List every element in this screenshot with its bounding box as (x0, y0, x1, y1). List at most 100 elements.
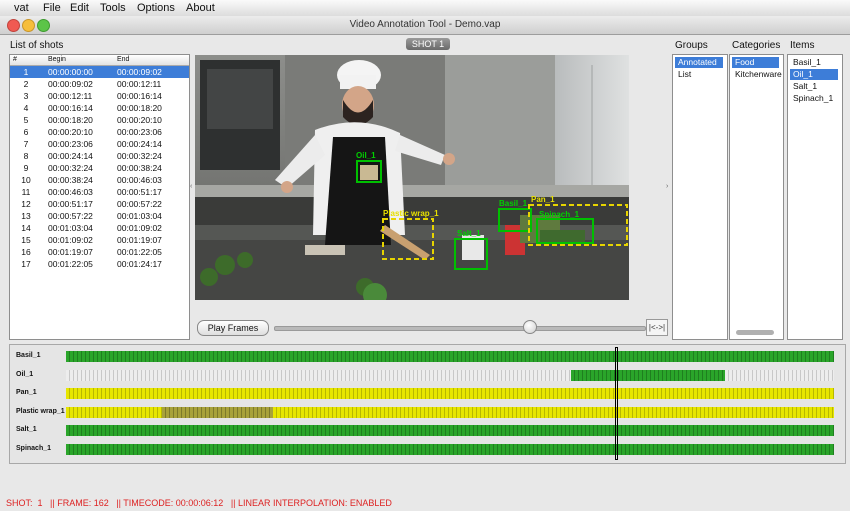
shot-number: 5 (23, 115, 29, 125)
shot-number: 15 (21, 235, 31, 245)
annotation-label-oil: Oil_1 (356, 151, 376, 160)
shots-list-title: List of shots (10, 40, 64, 51)
table-row[interactable]: 8 00:00:24:14 00:00:32:24 (10, 150, 189, 162)
categories-scrollbar[interactable] (736, 330, 774, 335)
shot-number: 3 (23, 91, 29, 101)
track-label: Basil_1 (16, 352, 41, 359)
table-row[interactable]: 14 00:01:03:04 00:01:09:02 (10, 222, 189, 234)
table-row[interactable]: 13 00:00:57:22 00:01:03:04 (10, 210, 189, 222)
shot-number: 17 (21, 259, 31, 269)
shot-number: 13 (21, 211, 31, 221)
table-row[interactable]: 3 00:00:12:11 00:00:16:14 (10, 90, 189, 102)
menu-edit[interactable]: Edit (70, 2, 89, 14)
shot-end: 00:01:09:02 (117, 223, 162, 233)
table-row[interactable]: 10 00:00:38:24 00:00:46:03 (10, 174, 189, 186)
table-row[interactable]: 6 00:00:20:10 00:00:23:06 (10, 126, 189, 138)
table-row[interactable]: 9 00:00:32:24 00:00:38:24 (10, 162, 189, 174)
timeline-track[interactable] (66, 369, 834, 381)
annotation-label-pan: Pan_1 (531, 195, 555, 204)
list-item[interactable]: List (675, 69, 723, 80)
menu-vat[interactable]: vat (14, 2, 29, 14)
track-segment (273, 406, 834, 418)
track-segment (66, 443, 834, 455)
play-frames-button[interactable]: Play Frames (197, 320, 269, 336)
shot-badge: SHOT 1 (406, 38, 450, 50)
table-row[interactable]: 5 00:00:18:20 00:00:20:10 (10, 114, 189, 126)
column-header-end[interactable]: End (117, 56, 129, 63)
shot-end: 00:00:20:10 (117, 115, 162, 125)
timeline-track[interactable] (66, 425, 834, 436)
jump-end-button[interactable]: |<->| (646, 319, 668, 336)
menubar: vat File Edit Tools Options About (0, 0, 850, 17)
shot-end: 00:00:23:06 (117, 127, 162, 137)
timeline-track[interactable] (66, 406, 834, 418)
menu-tools[interactable]: Tools (100, 2, 126, 14)
shot-number: 16 (21, 247, 31, 257)
track-segment (66, 425, 834, 436)
track-segment (66, 388, 834, 399)
table-row[interactable]: 16 00:01:19:07 00:01:22:05 (10, 246, 189, 258)
shot-begin: 00:00:12:11 (48, 91, 93, 101)
table-row[interactable]: 15 00:01:09:02 00:01:19:07 (10, 234, 189, 246)
frame-slider-knob[interactable] (523, 320, 538, 334)
shot-begin: 00:01:22:05 (48, 259, 93, 269)
splitter-left-grip[interactable]: ‹ (190, 183, 194, 191)
table-row[interactable]: 1 00:00:00:00 00:00:09:02 (10, 66, 189, 78)
shot-begin: 00:01:03:04 (48, 223, 93, 233)
shot-number: 4 (23, 103, 29, 113)
column-header-begin[interactable]: Begin (48, 56, 66, 63)
video-frame[interactable]: Oil_1 Plastic wrap_1 Salt_1 Basil_1 Pan_… (195, 55, 629, 300)
list-item[interactable]: Spinach_1 (790, 93, 838, 104)
window-title: Video Annotation Tool - Demo.vap (349, 19, 501, 30)
shot-number: 10 (21, 175, 31, 185)
list-item[interactable]: Food (732, 57, 779, 68)
menu-options[interactable]: Options (137, 2, 175, 14)
list-item[interactable]: Kitchenware (732, 69, 782, 80)
shot-end: 00:00:09:02 (117, 67, 162, 77)
timeline-track[interactable] (66, 351, 834, 362)
shot-number: 6 (23, 127, 29, 137)
menu-about[interactable]: About (186, 2, 215, 14)
shot-number: 12 (21, 199, 31, 209)
shot-end: 00:00:32:24 (117, 151, 162, 161)
timeline-track[interactable] (66, 443, 834, 455)
shot-begin: 00:00:24:14 (48, 151, 93, 161)
table-row[interactable]: 7 00:00:23:06 00:00:24:14 (10, 138, 189, 150)
status-interpolation: || LINEAR INTERPOLATION: ENABLED (230, 498, 392, 508)
timeline-playhead[interactable] (614, 347, 618, 460)
categories-title: Categories (732, 40, 781, 51)
shot-end: 00:00:46:03 (117, 175, 162, 185)
shot-number: 8 (23, 151, 29, 161)
shot-end: 00:00:57:22 (117, 199, 162, 209)
annotation-label-plastic-wrap: Plastic wrap_1 (383, 209, 439, 218)
list-item[interactable]: Annotated (675, 57, 723, 68)
shot-number: 7 (23, 139, 29, 149)
shot-end: 00:00:16:14 (117, 91, 162, 101)
track-segment (66, 351, 834, 362)
table-row[interactable]: 2 00:00:09:02 00:00:12:11 (10, 78, 189, 90)
shot-begin: 00:01:19:07 (48, 247, 93, 257)
table-row[interactable]: 17 00:01:22:05 00:01:24:17 (10, 258, 189, 270)
menu-file[interactable]: File (43, 2, 61, 14)
column-header-number[interactable]: # (13, 56, 17, 63)
shot-begin: 00:00:16:14 (48, 103, 93, 113)
splitter-right-grip[interactable]: › (666, 183, 670, 191)
shot-begin: 00:00:20:10 (48, 127, 93, 137)
list-item[interactable]: Basil_1 (790, 57, 838, 68)
track-label: Oil_1 (16, 370, 34, 378)
video-scene: Oil_1 Plastic wrap_1 Salt_1 Basil_1 Pan_… (195, 55, 629, 300)
table-row[interactable]: 11 00:00:46:03 00:00:51:17 (10, 186, 189, 198)
table-row[interactable]: 12 00:00:51:17 00:00:57:22 (10, 198, 189, 210)
shot-end: 00:00:12:11 (117, 79, 162, 89)
shot-end: 00:01:03:04 (117, 211, 162, 221)
list-item[interactable]: Oil_1 (790, 69, 838, 80)
track-segment (162, 406, 274, 418)
list-item[interactable]: Salt_1 (790, 81, 838, 92)
shot-number: 9 (23, 163, 29, 173)
track-segment (66, 369, 572, 381)
shot-number: 2 (23, 79, 29, 89)
timeline-track[interactable] (66, 388, 834, 399)
frame-slider-track[interactable] (274, 326, 646, 331)
shot-end: 00:01:24:17 (117, 259, 162, 269)
table-row[interactable]: 4 00:00:16:14 00:00:18:20 (10, 102, 189, 114)
